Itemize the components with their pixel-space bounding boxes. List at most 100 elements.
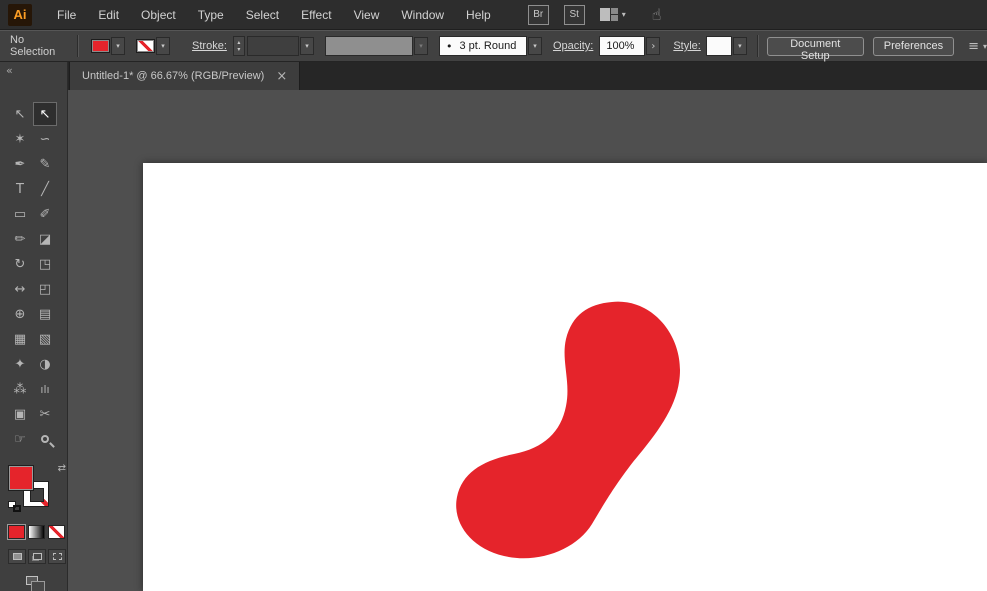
fill-color-dropdown[interactable]: ▾ [111,37,125,55]
document-setup-button[interactable]: Document Setup [767,37,864,56]
width-tool-icon: ↔ [15,282,26,297]
rotate-tool[interactable]: ↻ [8,252,32,276]
workspace-layout-button[interactable]: ▾ [600,8,626,21]
mesh-tool[interactable]: ▦ [8,327,32,351]
menu-select[interactable]: Select [235,0,290,30]
pen-tool[interactable]: ✒ [8,152,32,176]
eyedropper-tool-icon: ✦ [15,357,26,372]
stroke-weight-label[interactable]: Stroke: [192,40,227,52]
type-tool[interactable]: T [8,177,32,201]
line-segment-tool-icon: ╱ [41,182,49,197]
line-segment-tool[interactable]: ╱ [33,177,57,201]
menu-window[interactable]: Window [390,0,455,30]
variable-width-profile-combo [325,36,413,56]
rotate-tool-icon: ↻ [15,257,26,272]
gradient-tool[interactable]: ▧ [33,327,57,351]
tools-panel-header: « [0,62,68,90]
slice-tool[interactable]: ✂ [33,402,57,426]
hand-tool[interactable]: ☞ [8,427,32,451]
blend-tool[interactable]: ◑ [33,352,57,376]
canvas[interactable] [68,90,987,591]
opacity-combo[interactable]: 100% [599,36,645,56]
collapse-panel-icon[interactable]: « [6,64,13,77]
chevron-down-icon: ▾ [116,42,120,50]
width-tool[interactable]: ↔ [8,277,32,301]
color-type-buttons [8,525,67,539]
perspective-grid-tool[interactable]: ▤ [33,302,57,326]
document-tab[interactable]: Untitled-1* @ 66.67% (RGB/Preview) × [69,62,300,90]
free-transform-tool[interactable]: ◰ [33,277,57,301]
eraser-tool[interactable]: ◪ [33,227,57,251]
symbol-sprayer-tool[interactable]: ⁂ [8,377,32,401]
paintbrush-tool[interactable]: ✐ [33,202,57,226]
draw-normal-button[interactable] [8,549,26,564]
swap-fill-stroke-icon[interactable]: ⇄ [58,463,66,474]
menu-object[interactable]: Object [130,0,187,30]
tools-panel: ↖ ↖ ✶ ∽ ✒ ✎ T ╱ ▭ ✐ ✏ ◪ ↻ ◳ ↔ ◰ ⊕ ▤ ▦ ▧ … [0,90,68,591]
zoom-tool[interactable] [33,427,57,451]
shape-builder-tool[interactable]: ⊕ [8,302,32,326]
selection-tool[interactable]: ↖ [8,102,32,126]
layout-grid-icon [600,8,618,21]
mesh-tool-icon: ▦ [14,332,26,347]
none-button[interactable] [48,525,65,539]
scale-tool[interactable]: ◳ [33,252,57,276]
draw-behind-icon [33,553,42,560]
stroke-color-swatch[interactable] [136,39,155,53]
brush-definition-dropdown[interactable]: ▾ [528,37,542,55]
draw-behind-button[interactable] [28,549,46,564]
stroke-weight-combo[interactable] [247,36,299,56]
menu-view[interactable]: View [343,0,391,30]
close-tab-icon[interactable]: × [276,69,287,84]
color-button[interactable] [8,525,25,539]
curvature-tool[interactable]: ✎ [33,152,57,176]
preferences-button[interactable]: Preferences [873,37,954,56]
column-graph-tool[interactable]: ılı [33,377,57,401]
menu-edit[interactable]: Edit [87,0,130,30]
gradient-button[interactable] [28,525,45,539]
stroke-weight-stepper[interactable]: ▴ ▾ [233,36,245,56]
touch-workspace-icon[interactable]: ☝ [652,5,662,24]
menu-file[interactable]: File [46,0,87,30]
direct-selection-tool[interactable]: ↖ [33,102,57,126]
fill-swatch[interactable] [8,465,34,491]
style-combo[interactable] [706,36,732,56]
rectangle-tool[interactable]: ▭ [8,202,32,226]
panel-menu-icon: ≡ [968,39,979,54]
magic-wand-tool-icon: ✶ [15,132,26,147]
brush-definition-combo[interactable]: • 3 pt. Round [439,36,527,56]
fill-color-swatch[interactable] [91,39,110,53]
scale-tool-icon: ◳ [39,257,51,272]
bridge-button[interactable]: Br [528,5,549,25]
opacity-value: 100% [606,40,634,52]
stroke-color-dropdown[interactable]: ▾ [156,37,170,55]
menu-type[interactable]: Type [187,0,235,30]
menu-effect[interactable]: Effect [290,0,342,30]
change-screen-mode-button[interactable] [26,576,38,585]
draw-inside-icon [53,553,62,560]
lasso-tool[interactable]: ∽ [33,127,57,151]
artboard-tool[interactable]: ▣ [8,402,32,426]
document-tab-bar: « Untitled-1* @ 66.67% (RGB/Preview) × [0,62,987,90]
eyedropper-tool[interactable]: ✦ [8,352,32,376]
chevron-down-icon: ▾ [305,42,309,50]
opacity-menu-button[interactable]: › [646,37,660,55]
draw-inside-button[interactable] [48,549,66,564]
red-bean-shape[interactable] [456,302,680,559]
menu-help[interactable]: Help [455,0,502,30]
blend-tool-icon: ◑ [39,357,50,372]
variable-width-profile-dropdown: ▾ [414,37,428,55]
control-panel-menu[interactable]: ≡ ▾ [968,39,987,54]
stepper-down-icon: ▾ [237,46,240,53]
stock-button[interactable]: St [564,5,585,25]
style-dropdown[interactable]: ▾ [733,37,747,55]
style-label[interactable]: Style: [673,40,701,52]
pencil-tool-icon: ✏ [15,232,26,247]
shape-builder-tool-icon: ⊕ [15,307,26,322]
stroke-weight-dropdown[interactable]: ▾ [300,37,314,55]
chevron-down-icon: ▾ [533,42,537,50]
magic-wand-tool[interactable]: ✶ [8,127,32,151]
default-fill-stroke-icon[interactable] [8,501,22,513]
pencil-tool[interactable]: ✏ [8,227,32,251]
opacity-label[interactable]: Opacity: [553,40,593,52]
